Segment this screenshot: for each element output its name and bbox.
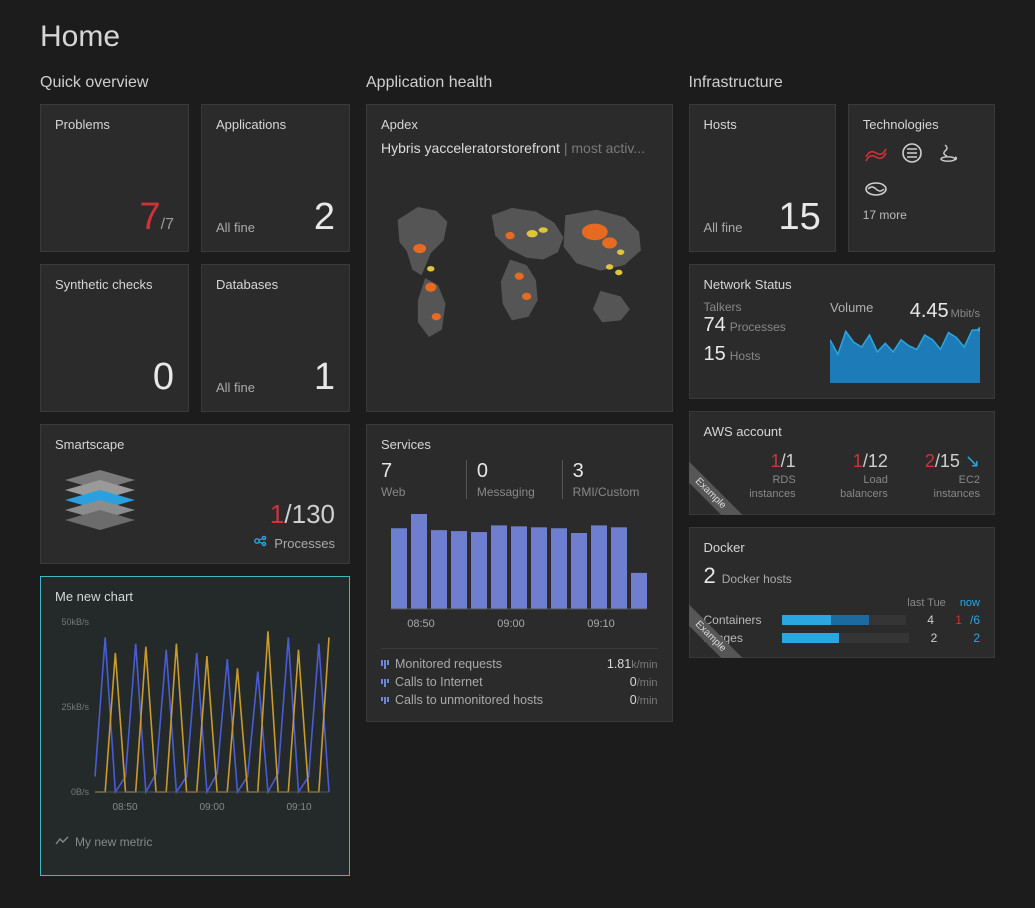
docker-last-tue: last Tue xyxy=(907,597,946,609)
tile-docker[interactable]: Docker 2 Docker hosts last Tue now Contai… xyxy=(689,527,996,658)
applications-status: All fine xyxy=(216,220,255,235)
services-bar-chart: 08:50 09:00 09:10 xyxy=(381,499,651,639)
java-icon xyxy=(935,140,961,166)
new-chart-legend: My new metric xyxy=(75,835,152,849)
metric-icon xyxy=(55,835,69,849)
tile-apdex-title: Apdex xyxy=(381,117,658,132)
tile-services[interactable]: Services 7Web 0Messaging 3RMI/Custom 08:… xyxy=(366,424,673,722)
svg-text:50kB/s: 50kB/s xyxy=(61,617,89,627)
section-overview: Quick overview xyxy=(40,74,350,92)
tile-synthetic[interactable]: Synthetic checks 0 xyxy=(40,264,189,412)
tile-docker-title: Docker xyxy=(704,540,981,555)
apdex-suffix: most activ... xyxy=(571,140,645,156)
net-vol-unit: Mbit/s xyxy=(951,308,980,320)
smartscape-label: Processes xyxy=(274,536,335,551)
svc-web: 7Web xyxy=(381,460,466,499)
net-host-l: Hosts xyxy=(730,349,761,363)
hosts-status: All fine xyxy=(704,220,743,235)
aws-lb: 1/12 Loadbalancers xyxy=(796,451,888,502)
tile-smartscape[interactable]: Smartscape 1/130 xyxy=(40,424,350,564)
databases-value: 1 xyxy=(314,356,335,398)
tile-problems[interactable]: Problems 7/7 xyxy=(40,104,189,252)
tile-applications-title: Applications xyxy=(216,117,335,132)
problems-denom: /7 xyxy=(161,216,174,233)
arrow-down-icon: ↘ xyxy=(965,451,980,471)
section-app: Application health xyxy=(366,74,673,92)
docker-row-images: Images 2 2 xyxy=(704,631,981,645)
tech-icon-1 xyxy=(863,140,889,166)
smartscape-icon xyxy=(55,460,145,530)
net-proc-l: Processes xyxy=(730,320,786,334)
tile-databases[interactable]: Databases All fine 1 xyxy=(201,264,350,412)
smartscape-denom: /130 xyxy=(284,499,335,529)
world-map xyxy=(381,166,658,366)
tile-technologies-title: Technologies xyxy=(863,117,980,132)
tile-aws[interactable]: AWS account 1/1 RDSinstances 1/12 Loadba… xyxy=(689,411,996,515)
section-infra: Infrastructure xyxy=(689,74,996,92)
net-proc-n: 74 xyxy=(704,314,726,336)
net-host-n: 15 xyxy=(704,343,726,365)
docker-row-containers: Containers 4 1/6 xyxy=(704,613,981,627)
svg-text:09:00: 09:00 xyxy=(497,618,525,630)
svg-text:25kB/s: 25kB/s xyxy=(61,702,89,712)
smartscape-value: 1 xyxy=(270,499,284,529)
tile-applications[interactable]: Applications All fine 2 xyxy=(201,104,350,252)
tile-technologies[interactable]: Technologies 17 more xyxy=(848,104,995,252)
new-chart: 50kB/s 25kB/s 0B/s 08:50 09:00 09:10 xyxy=(55,612,335,822)
tile-services-title: Services xyxy=(381,437,658,452)
kpi-internet: Calls to Internet 0/min xyxy=(381,673,658,691)
svg-text:08:50: 08:50 xyxy=(112,802,137,813)
tile-apdex[interactable]: Apdex Hybris yacceleratorstorefront | mo… xyxy=(366,104,673,412)
apdex-name: Hybris yacceleratorstorefront xyxy=(381,140,560,156)
tile-aws-title: AWS account xyxy=(704,424,981,439)
aws-rds: 1/1 RDSinstances xyxy=(704,451,796,502)
tile-new-chart[interactable]: Me new chart 50kB/s 25kB/s 0B/s 08:50 09:00 0… xyxy=(40,576,350,876)
svg-text:08:50: 08:50 xyxy=(407,618,435,630)
docker-hosts-n: 2 xyxy=(704,563,716,588)
aws-ec2: 2/15 ↘ EC2instances xyxy=(888,451,980,502)
svg-text:0B/s: 0B/s xyxy=(71,787,90,797)
problems-value: 7 xyxy=(140,196,161,238)
svg-text:09:10: 09:10 xyxy=(286,802,311,813)
tile-smartscape-title: Smartscape xyxy=(55,437,335,452)
svg-text:09:10: 09:10 xyxy=(587,618,615,630)
tech-more: 17 more xyxy=(863,208,980,222)
hosts-value: 15 xyxy=(778,196,820,238)
svc-rmi: 3RMI/Custom xyxy=(562,460,658,499)
net-vol-label: Volume xyxy=(830,300,873,315)
kpi-unmonitored: Calls to unmonitored hosts 0/min xyxy=(381,691,658,709)
applications-value: 2 xyxy=(314,196,335,238)
tech-icon-4 xyxy=(863,176,889,202)
tile-hosts[interactable]: Hosts All fine 15 xyxy=(689,104,836,252)
tile-new-chart-title: Me new chart xyxy=(55,589,335,604)
net-vol-value: 4.45 xyxy=(910,300,949,322)
tile-synthetic-title: Synthetic checks xyxy=(55,277,174,292)
tile-databases-title: Databases xyxy=(216,277,335,292)
synthetic-value: 0 xyxy=(153,356,174,398)
network-area-chart xyxy=(830,323,980,383)
tile-hosts-title: Hosts xyxy=(704,117,821,132)
svg-text:09:00: 09:00 xyxy=(199,802,224,813)
net-talkers-label: Talkers xyxy=(704,300,817,314)
kpi-monitored: Monitored requests 1.81k/min xyxy=(381,655,658,673)
docker-hosts-l: Docker hosts xyxy=(722,572,792,586)
docker-now: now xyxy=(960,597,980,609)
tile-network-title: Network Status xyxy=(704,277,981,292)
page-title: Home xyxy=(40,20,995,54)
tile-problems-title: Problems xyxy=(55,117,174,132)
tech-icon-2 xyxy=(899,140,925,166)
databases-status: All fine xyxy=(216,380,255,395)
processes-icon xyxy=(253,536,271,551)
tile-network[interactable]: Network Status Talkers 74 Processes 15 Hos… xyxy=(689,264,996,399)
svc-messaging: 0Messaging xyxy=(466,460,562,499)
